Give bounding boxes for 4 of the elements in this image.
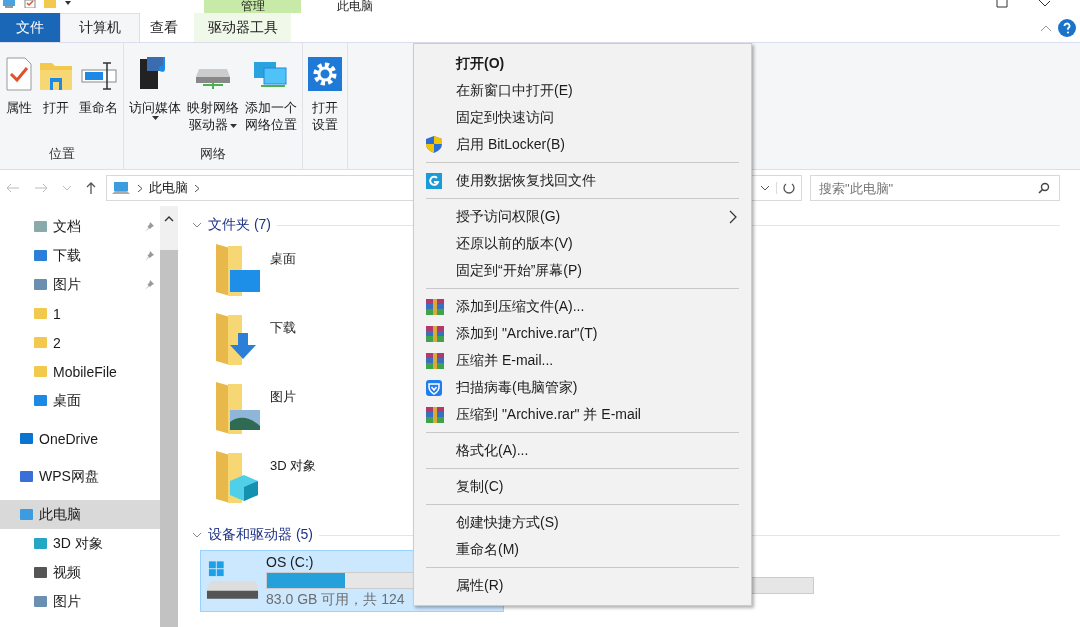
context-tab-header: 管理 bbox=[204, 0, 301, 13]
group-label: 网络 bbox=[199, 145, 227, 163]
group-label: 位置 bbox=[47, 145, 76, 163]
window-title: 此电脑 bbox=[337, 0, 373, 12]
